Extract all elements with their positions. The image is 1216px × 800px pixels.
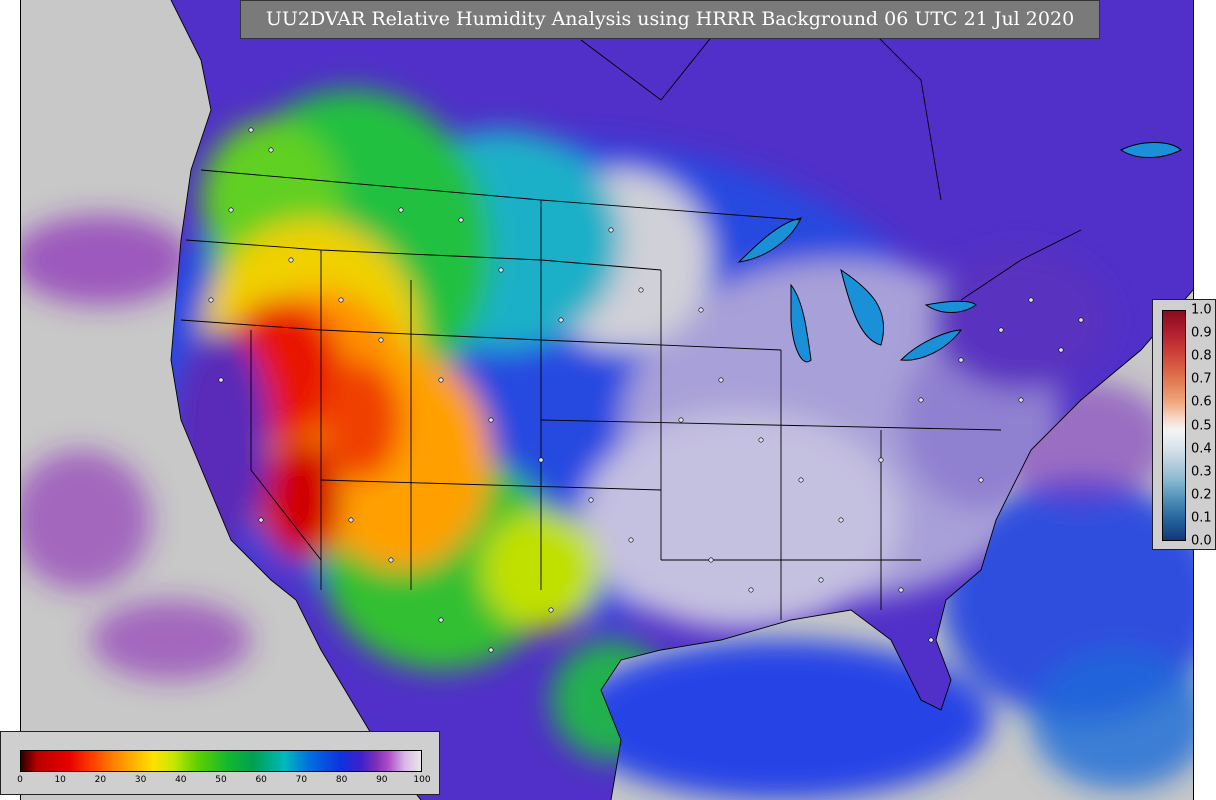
difference-colorbar-tick: 0.1 xyxy=(1191,510,1212,526)
humidity-colorbar-tick: 60 xyxy=(255,775,267,785)
humidity-colorbar-tick: 90 xyxy=(376,775,388,785)
difference-colorbar-tick: 0.5 xyxy=(1191,418,1212,433)
humidity-colorbar-tick: 80 xyxy=(335,775,348,785)
humidity-colorbar-tick: 40 xyxy=(175,775,187,785)
humidity-colorbar-tick: 30 xyxy=(134,775,147,785)
humidity-colorbar-tick: 70 xyxy=(295,775,308,785)
humidity-colorbar-tick: 0 xyxy=(17,775,23,785)
difference-colorbar-tick: 0.4 xyxy=(1191,441,1212,457)
difference-colorbar-tick: 0.9 xyxy=(1191,325,1212,341)
difference-colorbar-tick: 0.2 xyxy=(1191,487,1212,503)
humidity-colorbar-gradient xyxy=(20,750,422,772)
difference-colorbar-tick: 0.8 xyxy=(1191,348,1212,364)
humidity-map xyxy=(21,0,1193,800)
humidity-colorbar-tick: 20 xyxy=(94,775,107,785)
humidity-colorbar: 0 10 20 30 40 50 60 70 80 90 100 xyxy=(0,731,440,795)
humidity-colorbar-tick: 100 xyxy=(413,775,431,785)
difference-colorbar-tick: 0.6 xyxy=(1191,394,1212,410)
map-title: UU2DVAR Relative Humidity Analysis using… xyxy=(240,0,1100,39)
difference-colorbar: 1.0 0.9 0.8 0.7 0.6 0.5 0.4 0.3 0.2 0.1 0.0 xyxy=(1152,299,1216,550)
difference-colorbar-tick: 1.0 xyxy=(1191,302,1212,318)
humidity-colorbar-tick: 10 xyxy=(54,775,66,785)
difference-colorbar-tick: 0.3 xyxy=(1191,464,1212,480)
humidity-colorbar-tick: 50 xyxy=(215,775,227,785)
difference-colorbar-tick: 0.0 xyxy=(1191,533,1212,549)
difference-colorbar-gradient xyxy=(1162,310,1186,541)
map-panel xyxy=(20,0,1194,800)
difference-colorbar-tick: 0.7 xyxy=(1191,371,1212,387)
